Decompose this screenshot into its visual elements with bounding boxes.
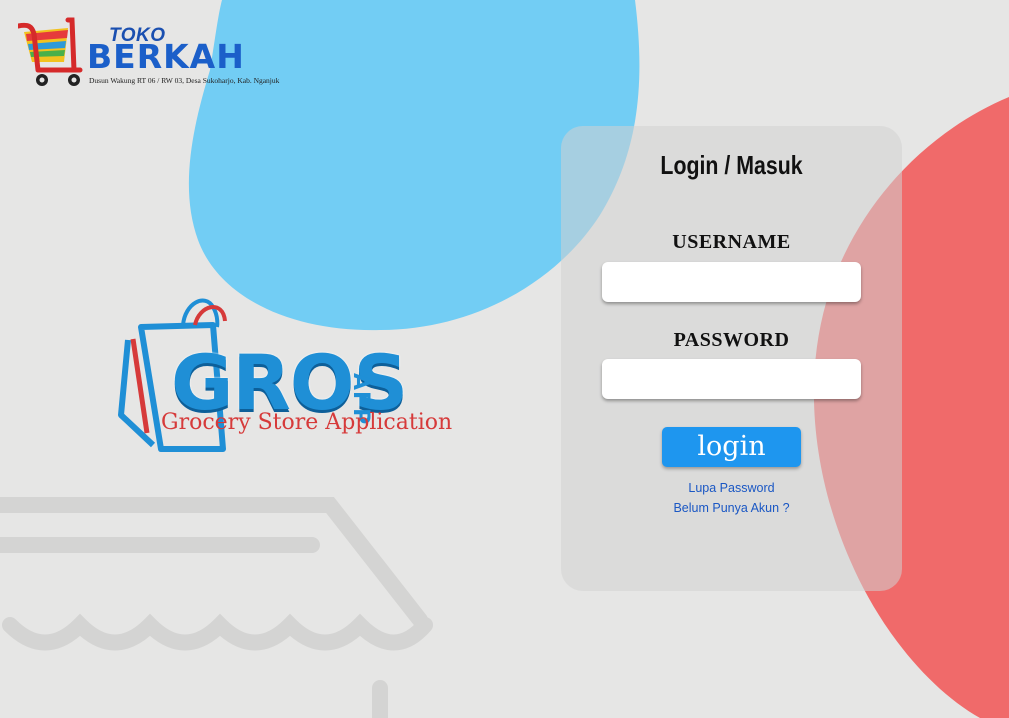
- brand-address: Dusun Wakung RT 06 / RW 03, Desa Sukohar…: [89, 76, 280, 85]
- app-logo-tagline: Grocery Store Application: [161, 410, 453, 435]
- password-label: PASSWORD: [673, 329, 790, 351]
- register-link[interactable]: Belum Punya Akun ?: [561, 501, 902, 515]
- login-button[interactable]: login: [662, 427, 801, 467]
- forgot-password-link[interactable]: Lupa Password: [561, 481, 902, 495]
- brand-header: TOKO BERKAH Dusun Wakung RT 06 / RW 03, …: [18, 14, 318, 94]
- brand-name: BERKAH: [87, 37, 245, 76]
- awning-watermark: [0, 497, 433, 718]
- login-title: Login / Masuk: [660, 150, 803, 180]
- username-label: USERNAME: [672, 231, 791, 253]
- username-input[interactable]: [602, 262, 861, 302]
- shopping-cart-icon: [18, 17, 83, 86]
- password-input[interactable]: [602, 359, 861, 399]
- app-logo: GROS APP Grocery Store Application: [113, 295, 452, 455]
